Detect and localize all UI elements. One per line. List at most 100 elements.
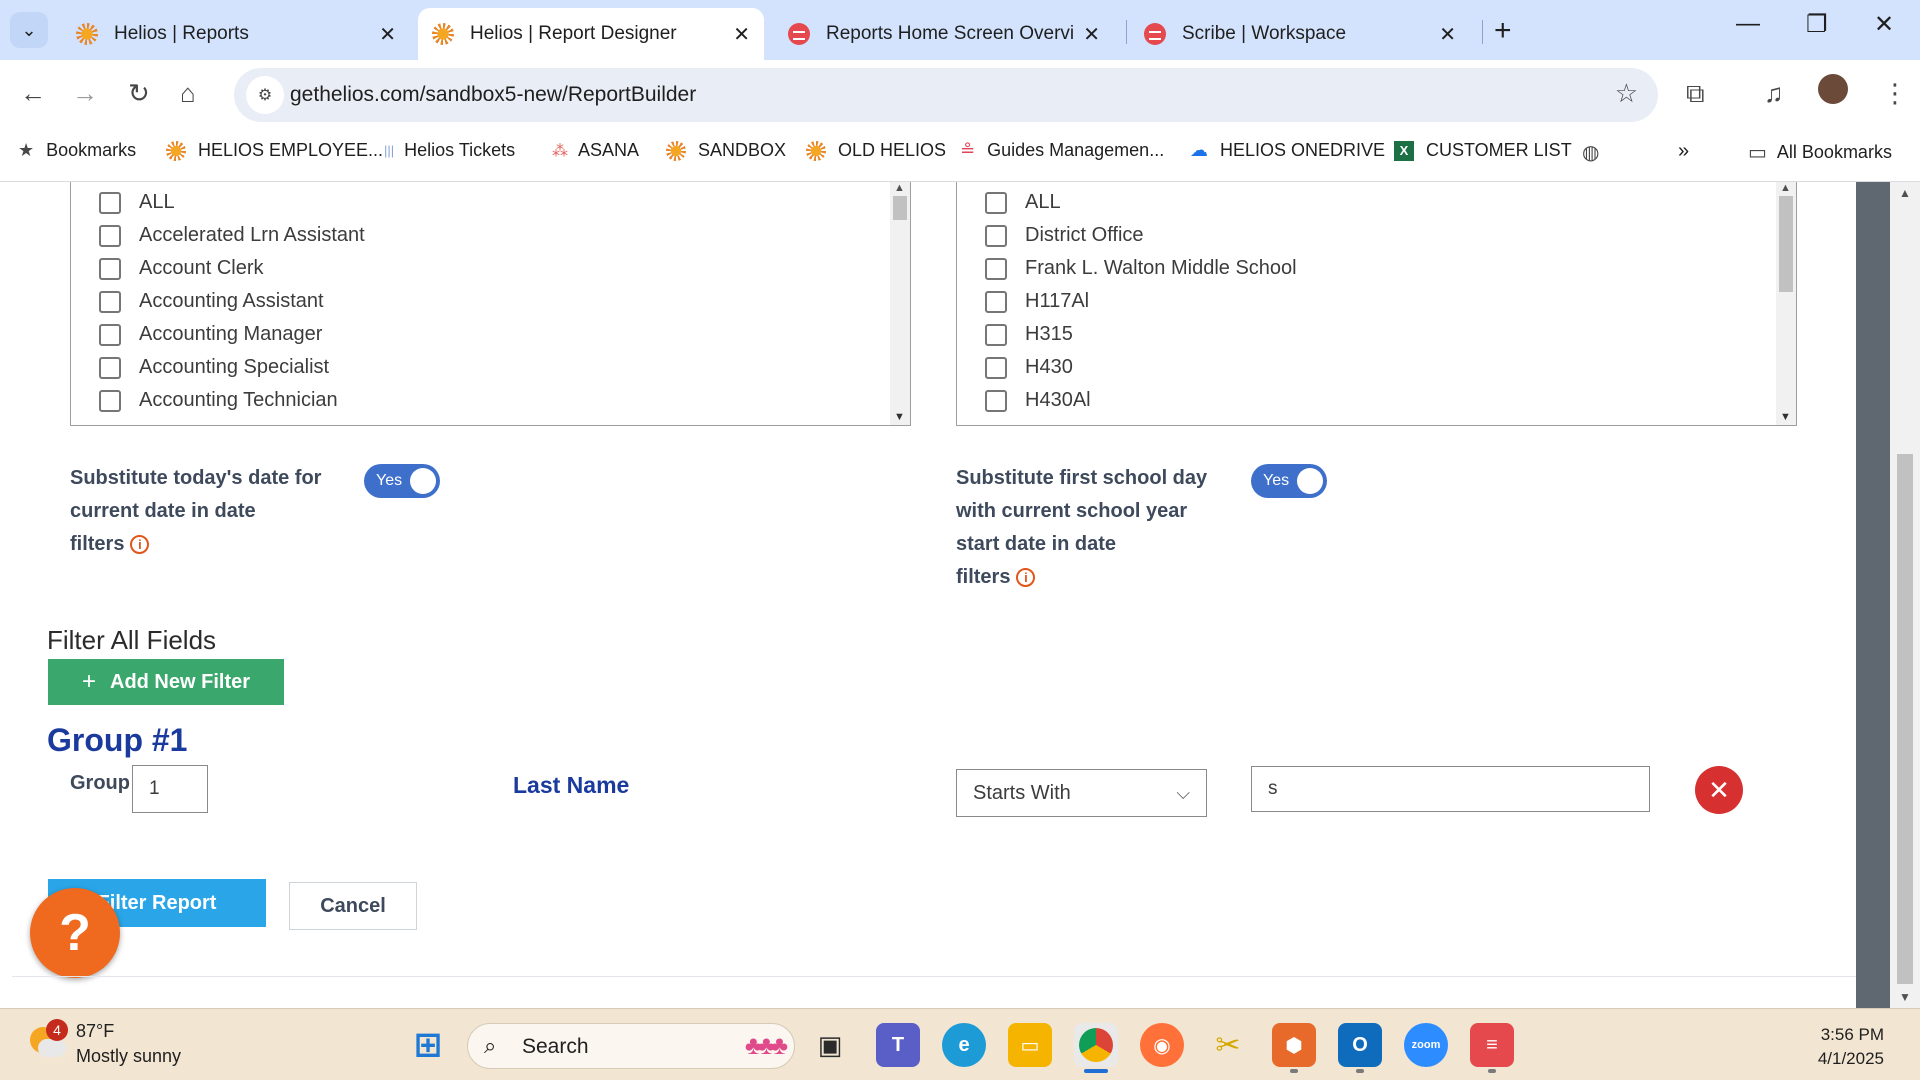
list-item[interactable]: Frank L. Walton Middle School (957, 252, 1796, 285)
info-icon[interactable]: i (1016, 568, 1036, 587)
position-checkbox-list[interactable]: ALL Accelerated Lrn Assistant Account Cl… (70, 182, 911, 426)
scroll-up-arrow-icon[interactable]: ▲ (894, 182, 905, 194)
minimize-icon[interactable]: — (1736, 10, 1760, 38)
list-item[interactable]: H430Al (957, 384, 1796, 417)
weather-description[interactable]: Mostly sunny (76, 1046, 181, 1067)
page-scrollbar[interactable]: ▲ ▼ (1890, 182, 1920, 1008)
tab-reports-home-overview[interactable]: Reports Home Screen Overview ✕ (774, 8, 1114, 60)
today-date-toggle[interactable]: Yes (364, 464, 440, 498)
checkbox[interactable] (99, 257, 121, 280)
checkbox[interactable] (985, 290, 1007, 313)
extensions-icon[interactable]: ⧉ (1686, 78, 1705, 110)
group-number-input[interactable]: 1 (132, 765, 208, 813)
address-bar[interactable]: ⚙ gethelios.com/sandbox5-new/ReportBuild… (234, 68, 1658, 122)
bookmark-item[interactable]: OLD HELIOS (806, 140, 946, 161)
bookmark-item[interactable]: X CUSTOMER LIST (1394, 140, 1572, 161)
list-item[interactable]: Accounting Manager (71, 318, 910, 351)
windows-start-icon[interactable]: ⊞ (406, 1023, 450, 1067)
checkbox[interactable] (985, 356, 1007, 379)
firefox-icon[interactable]: ◉ (1140, 1023, 1184, 1067)
file-explorer-icon[interactable]: ▭ (1008, 1023, 1052, 1067)
teams-icon[interactable]: T (876, 1023, 920, 1067)
tab-helios-reports[interactable]: Helios | Reports ✕ (62, 8, 410, 60)
close-icon[interactable]: ✕ (733, 22, 750, 47)
scroll-down-arrow-icon[interactable]: ▼ (894, 411, 905, 423)
forward-icon[interactable]: → (72, 78, 98, 109)
checkbox[interactable] (985, 224, 1007, 247)
bookmark-item[interactable]: SANDBOX (666, 140, 786, 161)
add-new-filter-button[interactable]: + Add New Filter (48, 659, 284, 705)
bookmark-item[interactable]: ☁ HELIOS ONEDRIVE (1190, 140, 1385, 161)
task-view-icon[interactable]: ▣ (808, 1023, 852, 1067)
new-tab-icon[interactable]: + (1494, 14, 1512, 48)
snipping-tool-icon[interactable]: ✂ (1206, 1023, 1250, 1067)
site-info-icon[interactable]: ⚙ (246, 76, 284, 114)
outlook-icon[interactable]: O (1338, 1023, 1382, 1067)
checkbox[interactable] (99, 224, 121, 247)
window-close-icon[interactable]: ✕ (1874, 10, 1894, 39)
url-text[interactable]: gethelios.com/sandbox5-new/ReportBuilder (290, 83, 696, 107)
bookmark-item[interactable]: ≗ Guides Managemen... (960, 140, 1164, 161)
bookmark-item[interactable]: ◍ (1582, 140, 1599, 165)
list-item[interactable]: Accelerated Lrn Assistant (71, 219, 910, 252)
list-item[interactable]: H430 (957, 351, 1796, 384)
list-item[interactable]: H315 (957, 318, 1796, 351)
close-icon[interactable]: ✕ (379, 22, 396, 47)
system-clock[interactable]: 3:56 PM 4/1/2025 (1818, 1023, 1884, 1071)
location-checkbox-list[interactable]: ALL District Office Frank L. Walton Midd… (956, 182, 1797, 426)
restore-icon[interactable]: ❐ (1806, 10, 1828, 39)
bookmarks-overflow-button[interactable]: » (1678, 140, 1689, 163)
checkbox[interactable] (99, 323, 121, 346)
scrollbar-thumb[interactable] (893, 196, 907, 220)
edge-icon[interactable]: e (942, 1023, 986, 1067)
list-item[interactable]: ALL (71, 186, 910, 219)
reload-icon[interactable]: ↻ (128, 78, 150, 109)
menu-kebab-icon[interactable]: ⋮ (1882, 78, 1908, 109)
scroll-up-arrow-icon[interactable]: ▲ (1899, 186, 1911, 200)
close-icon[interactable]: ✕ (1083, 22, 1100, 47)
filter-value-input[interactable]: s (1251, 766, 1650, 812)
checkbox[interactable] (99, 356, 121, 379)
list-scrollbar[interactable]: ▲ ▼ (1776, 182, 1796, 425)
help-button[interactable]: ? (30, 888, 120, 978)
all-bookmarks-button[interactable]: ▭ All Bookmarks (1748, 140, 1892, 165)
close-icon[interactable]: ✕ (1439, 22, 1456, 47)
checkbox[interactable] (985, 389, 1007, 412)
checkbox[interactable] (99, 191, 121, 214)
list-item[interactable]: H117Al (957, 285, 1796, 318)
info-icon[interactable]: i (130, 535, 150, 554)
cancel-button[interactable]: Cancel (289, 882, 417, 930)
page-scrollbar-thumb[interactable] (1897, 454, 1913, 984)
tab-helios-report-designer[interactable]: Helios | Report Designer ✕ (418, 8, 764, 60)
bookmark-item[interactable]: HELIOS EMPLOYEE... (166, 140, 383, 161)
school-day-toggle[interactable]: Yes (1251, 464, 1327, 498)
helios-app-icon[interactable]: ⬢ (1272, 1023, 1316, 1067)
list-item[interactable]: Accounting Assistant (71, 285, 910, 318)
scroll-down-arrow-icon[interactable]: ▼ (1780, 411, 1791, 423)
checkbox[interactable] (985, 323, 1007, 346)
operator-select[interactable]: Starts With ⌵ (956, 769, 1207, 817)
scrollbar-thumb[interactable] (1779, 196, 1793, 292)
chrome-icon[interactable] (1074, 1023, 1118, 1067)
remove-filter-button[interactable]: ✕ (1695, 766, 1743, 814)
tab-search-dropdown-button[interactable]: ⌄ (10, 12, 48, 48)
profile-avatar[interactable] (1818, 74, 1848, 104)
bookmark-item[interactable]: ★ Bookmarks (18, 140, 136, 161)
scribe-app-icon[interactable]: ≡ (1470, 1023, 1514, 1067)
checkbox[interactable] (99, 389, 121, 412)
scroll-up-arrow-icon[interactable]: ▲ (1780, 182, 1791, 194)
zoom-icon[interactable]: zoom (1404, 1023, 1448, 1067)
list-scrollbar[interactable]: ▲ ▼ (890, 182, 910, 425)
list-item[interactable]: ALL (957, 186, 1796, 219)
list-item[interactable]: Accounting Technician (71, 384, 910, 417)
list-item[interactable]: Accounting Specialist (71, 351, 910, 384)
bookmark-star-icon[interactable]: ☆ (1615, 78, 1638, 109)
tab-scribe-workspace[interactable]: Scribe | Workspace ✕ (1130, 8, 1470, 60)
list-item[interactable]: Account Clerk (71, 252, 910, 285)
back-icon[interactable]: ← (20, 78, 46, 109)
checkbox[interactable] (99, 290, 121, 313)
weather-temperature[interactable]: 87°F (76, 1021, 114, 1042)
bookmark-item[interactable]: ||| Helios Tickets (384, 140, 515, 161)
list-item[interactable]: District Office (957, 219, 1796, 252)
checkbox[interactable] (985, 191, 1007, 214)
